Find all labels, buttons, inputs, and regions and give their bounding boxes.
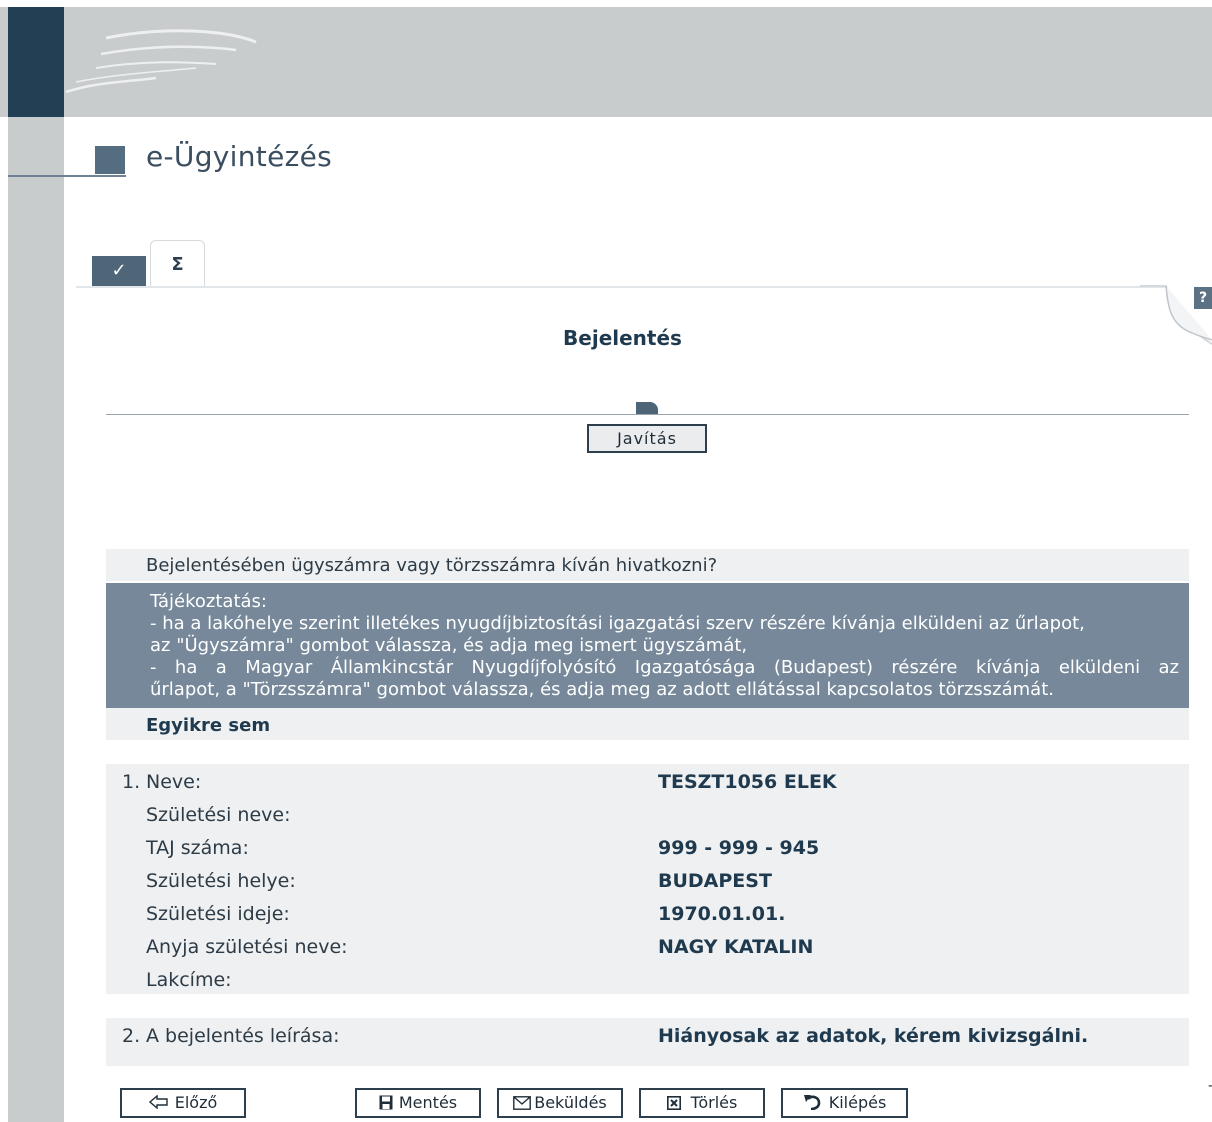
help-button[interactable]: ? — [1194, 287, 1212, 309]
field-value: BUDAPEST — [658, 870, 772, 892]
tab-sigma[interactable]: Σ — [150, 240, 205, 288]
envelope-icon — [513, 1090, 532, 1116]
undo-arrow-icon — [803, 1090, 821, 1116]
section-number: 2. — [122, 1025, 141, 1047]
data-row-name: 1. Neve: TESZT1056 ELEK — [106, 766, 1189, 799]
logo-swoosh-icon — [65, 29, 257, 94]
edge-mark: - — [1208, 1078, 1212, 1094]
panel-top-border — [76, 286, 1166, 288]
field-value: TESZT1056 ELEK — [658, 771, 837, 793]
field-label: A bejelentés leírása: — [146, 1025, 340, 1047]
info-box: Tájékoztatás: - ha a lakóhelye szerint i… — [106, 583, 1189, 708]
data-row-birth-date: Születési ideje: 1970.01.01. — [106, 898, 1189, 931]
arrow-left-icon — [148, 1090, 169, 1116]
previous-button[interactable]: Előző — [120, 1088, 246, 1118]
page-title: e-Ügyintézés — [146, 140, 333, 173]
section-number: 1. — [122, 771, 141, 793]
info-line: - ha a lakóhelye szerint illetékes nyugd… — [150, 613, 1085, 634]
field-value: 999 - 999 - 945 — [658, 837, 820, 859]
save-button[interactable]: Mentés — [355, 1088, 481, 1118]
divider-marker-icon — [636, 402, 658, 414]
selected-choice: Egyikre sem — [106, 708, 1189, 740]
field-value: Hiányosak az adatok, kérem kivizsgálni. — [658, 1025, 1089, 1047]
reference-question: Bejelentésében ügyszámra vagy törzsszámr… — [106, 549, 1189, 581]
data-row-taj: TAJ száma: 999 - 999 - 945 — [106, 832, 1189, 865]
data-row-address: Lakcíme: — [106, 964, 1189, 997]
section-divider — [106, 414, 1189, 415]
save-label: Mentés — [398, 1093, 458, 1112]
form-title: Bejelentés — [563, 326, 682, 350]
delete-label: Törlés — [690, 1093, 738, 1112]
field-label: Születési neve: — [146, 804, 291, 826]
exit-button[interactable]: Kilépés — [781, 1088, 908, 1118]
info-line: az "Ügyszámra" gombot válassza, és adja … — [150, 635, 748, 656]
data-row-birth-place: Születési helye: BUDAPEST — [106, 865, 1189, 898]
field-value: 1970.01.01. — [658, 903, 786, 925]
title-square-icon — [95, 146, 125, 174]
field-label: Születési ideje: — [146, 903, 290, 925]
exit-label: Kilépés — [828, 1093, 887, 1112]
data-row-birth-name: Születési neve: — [106, 799, 1189, 832]
edit-button[interactable]: Javítás — [587, 424, 707, 453]
field-label: Lakcíme: — [146, 969, 232, 991]
info-line: űrlapot, a "Törzsszámra" gombot válassza… — [150, 679, 1054, 700]
delete-x-icon — [666, 1090, 681, 1116]
data-row-mother-name: Anyja születési neve: NAGY KATALIN — [106, 931, 1189, 964]
person-data-section: 1. Neve: TESZT1056 ELEK Születési neve: … — [106, 764, 1189, 994]
send-label: Beküldés — [534, 1093, 607, 1112]
previous-label: Előző — [174, 1093, 218, 1112]
left-sidebar-column — [8, 117, 64, 1122]
field-label: TAJ száma: — [146, 837, 249, 859]
field-label: Neve: — [146, 771, 202, 793]
field-label: Anyja születési neve: — [146, 936, 348, 958]
field-label: Születési helye: — [146, 870, 296, 892]
info-line: - ha a Magyar Államkincstár Nyugdíjfolyó… — [150, 657, 1179, 678]
description-row: 2. A bejelentés leírása: Hiányosak az ad… — [106, 1018, 1189, 1066]
title-underline — [8, 175, 126, 177]
delete-button[interactable]: Törlés — [639, 1088, 765, 1118]
floppy-disk-icon — [379, 1090, 393, 1116]
field-value: NAGY KATALIN — [658, 936, 814, 958]
tab-check[interactable]: ✓ — [92, 256, 146, 286]
send-button[interactable]: Beküldés — [497, 1088, 623, 1118]
info-line: Tájékoztatás: — [150, 591, 267, 612]
